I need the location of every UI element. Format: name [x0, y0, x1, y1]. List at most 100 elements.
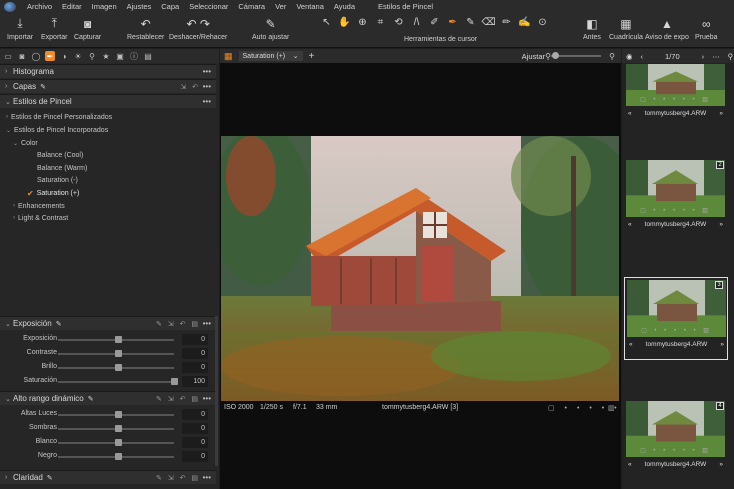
exposure-slider[interactable]: Brillo 0 [0, 362, 216, 374]
thumbnail-rating[interactable]: ▢ • • • • • ▥ [626, 96, 725, 103]
menu-ajustes[interactable]: Ajustes [122, 2, 157, 11]
grid-button[interactable]: ▦ Cuadrícula [609, 15, 643, 42]
thumbnail[interactable]: ▢ • • • • • ▥ 3 « tommytusberg4.ARW » [624, 277, 728, 360]
slider-handle[interactable] [115, 364, 122, 371]
more-icon[interactable]: ••• [203, 319, 211, 328]
layer-tools-icon[interactable]: ⇲ ↶ [180, 83, 200, 91]
thumbnail[interactable]: ▢ • • • • • ▥ 4 « tommytusberg4.ARW » [624, 399, 728, 481]
import-button[interactable]: ⤓ Importar [7, 15, 33, 41]
details-tab-icon[interactable]: ⚲ [87, 51, 97, 61]
next-icon[interactable]: › [702, 52, 705, 61]
capture-tab-icon[interactable]: ◙ [17, 51, 27, 61]
rotate-cursor-icon[interactable]: ⟲ [392, 16, 405, 29]
exposure-slider[interactable]: Contraste 0 [0, 348, 216, 360]
menu-seleccionar[interactable]: Seleccionar [184, 2, 233, 11]
brush-style-dropdown[interactable]: Saturation (+) ⌄ [238, 51, 303, 61]
add-icon[interactable]: + [309, 51, 315, 62]
slider-handle[interactable] [115, 411, 122, 418]
capture-button[interactable]: ◙ Capturar [74, 15, 101, 42]
color-group-row[interactable]: ⌄ Color [0, 137, 216, 149]
clone-cursor-icon[interactable]: ⊙ [536, 16, 549, 29]
menu-ventana[interactable]: Ventana [291, 2, 329, 11]
slider-handle[interactable] [115, 336, 122, 343]
left-panel-scrollbar[interactable] [215, 316, 218, 466]
before-button[interactable]: ◧ Antes [583, 15, 601, 42]
slider-handle[interactable] [115, 453, 122, 460]
proof-button[interactable]: ∞ Prueba [695, 15, 718, 42]
slider-handle[interactable] [115, 425, 122, 432]
thumbnail-rating[interactable]: ▢ • • • • • ▥ [627, 327, 726, 334]
lens-tab-icon[interactable]: ◯ [31, 51, 41, 61]
style-saturation-plus[interactable]: ✔ Saturation (+) [0, 187, 216, 199]
slider-value[interactable]: 0 [182, 409, 208, 420]
section-tools-icon[interactable]: ✎ ⇲ ↶ ▤ [156, 320, 200, 328]
hdr-slider[interactable]: Sombras 0 [0, 423, 216, 435]
menu-imagen[interactable]: Imagen [87, 2, 122, 11]
annotate-cursor-icon[interactable]: ✏ [500, 16, 513, 29]
brush-cursor-icon[interactable]: ✒ [446, 16, 459, 29]
light-contrast-row[interactable]: › Light & Contrast [0, 212, 216, 224]
browser-search-icon[interactable]: ⚲ [728, 52, 734, 61]
export-button[interactable]: ⤒ Exportar [41, 15, 67, 41]
next-variant-icon[interactable]: » [719, 109, 723, 118]
hdr-section[interactable]: ⌄ Alto rango dinámico ✎ ✎ ⇲ ↶ ▤ ••• [0, 391, 216, 405]
zoom-slider-handle[interactable] [552, 52, 559, 59]
prev-variant-icon[interactable]: « [628, 460, 632, 469]
select-cursor-icon[interactable]: ↖ [320, 16, 333, 29]
histogram-section[interactable]: › Histograma ••• [0, 64, 216, 78]
brush-styles-section[interactable]: ⌄ Estilos de Pincel ••• [0, 94, 216, 108]
more-icon[interactable]: ••• [203, 67, 211, 76]
browser-more-icon[interactable]: ⋯ [712, 52, 720, 61]
builtin-styles-row[interactable]: ⌄ Estilos de Pincel Incorporados [0, 124, 216, 136]
menu-archivo[interactable]: Archivo [22, 2, 57, 11]
grid-view-icon[interactable]: ▦ [224, 51, 233, 62]
more-icon[interactable]: ••• [203, 82, 211, 91]
pan-cursor-icon[interactable]: ✋ [338, 16, 351, 29]
style-balance-warm[interactable]: Balance (Warm) [0, 162, 216, 174]
slider-handle[interactable] [115, 439, 122, 446]
zoom-in-icon[interactable]: ⚲ [609, 52, 615, 61]
eye-icon[interactable]: ◉ [626, 52, 633, 61]
reset-button[interactable]: ↶ Restablecer [127, 15, 164, 42]
layers-section[interactable]: › Capas ✎ ⇲ ↶ ••• [0, 79, 216, 93]
style-saturation-minus[interactable]: Saturation (-) [0, 174, 216, 186]
metadata-tab-icon[interactable]: ⓘ [129, 51, 139, 61]
brush-tab-icon[interactable]: ✒ [45, 51, 55, 61]
adjustments-tab-icon[interactable]: ▤ [143, 51, 153, 61]
exposure-slider[interactable]: Saturación 100 [0, 376, 216, 388]
hdr-slider[interactable]: Blanco 0 [0, 437, 216, 449]
zoom-cursor-icon[interactable]: ⊕ [356, 16, 369, 29]
prev-variant-icon[interactable]: « [628, 220, 632, 229]
more-icon[interactable]: ••• [203, 97, 211, 106]
slider-value[interactable]: 0 [182, 362, 208, 373]
slider-handle[interactable] [171, 378, 178, 385]
color-tab-icon[interactable]: ◑ [59, 51, 69, 61]
slider-value[interactable]: 0 [182, 348, 208, 359]
thumbnail[interactable]: ▢ • • • • • ▥ 2 « tommytusberg4.ARW » [624, 158, 728, 241]
keystone-cursor-icon[interactable]: /\ [410, 16, 423, 29]
crop-cursor-icon[interactable]: ⌗ [374, 16, 387, 29]
slider-value[interactable]: 0 [182, 423, 208, 434]
thumbnail[interactable]: ▢ • • • • • ▥ « tommytusberg4.ARW » [624, 62, 728, 130]
prev-variant-icon[interactable]: « [628, 109, 632, 118]
library-tab-icon[interactable]: ▭ [3, 51, 13, 61]
next-variant-icon[interactable]: » [719, 460, 723, 469]
undo-redo-button[interactable]: ↶ ↷ Deshacer/Rehacer [169, 15, 227, 42]
zoom-fit-button[interactable]: Ajustar [522, 52, 545, 61]
slider-value[interactable]: 0 [182, 334, 208, 345]
color-tag-icon[interactable]: ▥ [608, 404, 615, 412]
menu-ayuda[interactable]: Ayuda [329, 2, 360, 11]
menu-editar[interactable]: Editar [57, 2, 87, 11]
heal-cursor-icon[interactable]: ✍ [518, 16, 531, 29]
brush2-cursor-icon[interactable]: ✎ [464, 16, 477, 29]
eraser-cursor-icon[interactable]: ⌫ [481, 16, 495, 29]
next-variant-icon[interactable]: » [720, 340, 724, 349]
more-icon[interactable]: ••• [203, 473, 211, 482]
output-tab-icon[interactable]: ▣ [115, 51, 125, 61]
menu-capa[interactable]: Capa [156, 2, 184, 11]
clarity-section[interactable]: › Claridad ✎ ✎ ⇲ ↶ ▤ ••• [0, 470, 216, 484]
menu-camara[interactable]: Cámara [233, 2, 270, 11]
hdr-slider[interactable]: Negro 0 [0, 451, 216, 463]
thumbnail-rating[interactable]: ▢ • • • • • ▥ [626, 447, 725, 454]
next-variant-icon[interactable]: » [719, 220, 723, 229]
